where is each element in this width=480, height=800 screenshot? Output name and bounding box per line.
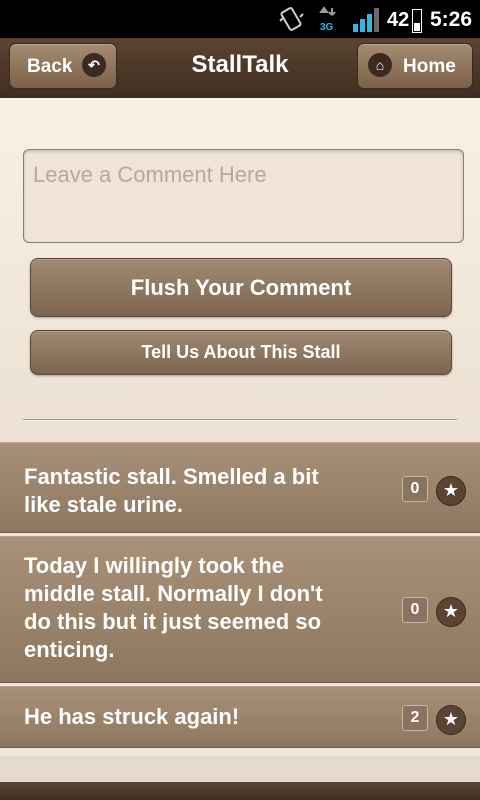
- network-3g-icon: 3G: [319, 6, 336, 32]
- tell-about-stall-button[interactable]: Tell Us About This Stall: [30, 330, 452, 375]
- signal-icon: [353, 8, 379, 32]
- list-item[interactable]: Today I willingly took the middle stall.…: [0, 536, 480, 683]
- rating-count: 2: [402, 705, 428, 731]
- star-icon[interactable]: ★: [436, 597, 466, 627]
- comment-text: Fantastic stall. Smelled a bit like stal…: [24, 464, 319, 517]
- app-header: Back ↶ StallTalk ⌂ Home: [0, 38, 480, 99]
- home-button-label: Home: [403, 56, 456, 77]
- list-item[interactable]: Fantastic stall. Smelled a bit like stal…: [0, 442, 480, 533]
- bottom-bar: [0, 782, 480, 800]
- back-button[interactable]: Back ↶: [9, 43, 117, 89]
- comment-list: Fantastic stall. Smelled a bit like stal…: [0, 442, 480, 751]
- home-button[interactable]: ⌂ Home: [357, 43, 473, 89]
- house-icon: ⌂: [368, 53, 392, 77]
- clock: 5:26: [430, 8, 473, 31]
- comment-form: Flush Your Comment Tell Us About This St…: [0, 98, 480, 442]
- page-title: StallTalk: [191, 51, 289, 78]
- list-footer: [0, 756, 480, 782]
- undo-arrow-icon: ↶: [82, 53, 106, 77]
- comment-text: He has struck again!: [24, 704, 240, 729]
- status-bar: 3G 42 5:26: [0, 0, 480, 38]
- comment-text: Today I willingly took the middle stall.…: [24, 553, 323, 662]
- star-icon[interactable]: ★: [436, 705, 466, 735]
- comment-input[interactable]: [23, 149, 464, 243]
- vibrate-icon: [279, 7, 304, 31]
- list-item[interactable]: He has struck again! 2 ★: [0, 686, 480, 748]
- rating-count: 0: [402, 597, 428, 623]
- divider: [23, 419, 457, 421]
- battery-level: 42: [387, 9, 410, 31]
- flush-comment-button[interactable]: Flush Your Comment: [30, 258, 452, 317]
- rating-count: 0: [402, 476, 428, 502]
- battery-icon: [412, 9, 422, 33]
- network-type-label: 3G: [320, 22, 334, 32]
- back-button-label: Back: [27, 56, 73, 77]
- star-icon[interactable]: ★: [436, 476, 466, 506]
